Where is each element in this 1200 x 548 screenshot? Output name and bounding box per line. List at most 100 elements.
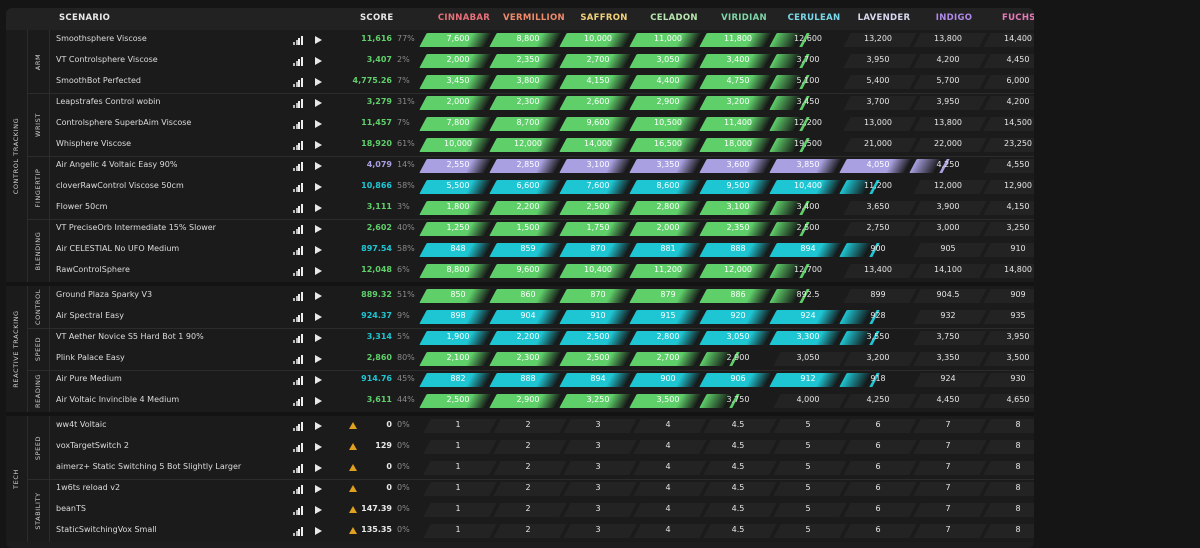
scenario-name[interactable]: Air CELESTIAL No UFO Medium xyxy=(56,244,179,253)
scenario-name[interactable]: Plink Palace Easy xyxy=(56,353,125,362)
rank-threshold-cell: 2 xyxy=(493,503,567,517)
scenario-row[interactable]: VT PreciseOrb Intermediate 15% Slower 2,6… xyxy=(50,219,1034,240)
scenario-name[interactable]: voxTargetSwitch 2 xyxy=(56,441,129,450)
scenario-row[interactable]: Air Voltaic Invincible 4 Medium 3,611 44% 2… xyxy=(50,391,1034,412)
rank-threshold-cell: 3,700 xyxy=(843,96,917,110)
scenario-name[interactable]: 1w6ts reload v2 xyxy=(56,483,120,492)
rank-header-fuchsia[interactable]: FUCHSIA xyxy=(989,13,1034,23)
threshold-value: 2,000 xyxy=(446,97,470,106)
threshold-value: 2,900 xyxy=(726,353,750,362)
scenario-name[interactable]: Leapstrafes Control wobin xyxy=(56,97,160,106)
scenario-name[interactable]: VT Controlsphere Viscose xyxy=(56,55,158,64)
rank-header-viridian[interactable]: VIRIDIAN xyxy=(709,13,779,23)
scenario-row[interactable]: aimerz+ Static Switching 5 Bot Slightly … xyxy=(50,458,1034,479)
rank-threshold-cell: 9,600 xyxy=(489,264,563,278)
scenario-row[interactable]: Air Spectral Easy 924.37 9% 898 904 910 915 920… xyxy=(50,307,1034,328)
rank-threshold-cell: 2,700 xyxy=(629,352,703,366)
scenario-row[interactable]: cloverRawControl Viscose 50cm 10,866 58% 5,… xyxy=(50,177,1034,198)
scenario-row[interactable]: Flower 50cm 3,111 3% 1,800 2,200 2,500 2,800 3,… xyxy=(50,198,1034,219)
scenario-name[interactable]: ww4t Voltaic xyxy=(56,420,106,429)
scenario-name[interactable]: Whisphere Viscose xyxy=(56,139,131,148)
scenario-name[interactable]: Air Voltaic Invincible 4 Medium xyxy=(56,395,179,404)
scenario-row[interactable]: Plink Palace Easy 2,860 80% 2,100 2,300 2,500… xyxy=(50,349,1034,370)
threshold-value: 6 xyxy=(875,420,881,429)
threshold-value: 4,550 xyxy=(1006,160,1030,169)
threshold-value: 2,300 xyxy=(516,97,540,106)
scenario-row[interactable]: StaticSwitchingVox Small 135.35 0% 1 2 3 4 4.5 5… xyxy=(50,521,1034,542)
threshold-value: 910 xyxy=(1010,244,1026,253)
scenario-name[interactable]: Air Spectral Easy xyxy=(56,311,124,320)
scenario-name[interactable]: StaticSwitchingVox Small xyxy=(56,525,157,534)
score-value: 11,457 xyxy=(361,118,392,127)
scenario-row[interactable]: beanTS 147.39 0% 1 2 3 4 4.5 5 6 7 8 xyxy=(50,500,1034,521)
score-column-header[interactable]: SCORE xyxy=(360,13,393,23)
scenario-row[interactable]: Whisphere Viscose 18,920 61% 10,000 12,000 14… xyxy=(50,135,1034,156)
threshold-value: 4,150 xyxy=(586,76,610,85)
rank-header-celadon[interactable]: CELADON xyxy=(639,13,709,23)
rank-threshold-cell: 2,700 xyxy=(559,54,633,68)
rank-threshold-cell: 898 xyxy=(419,310,493,324)
rank-threshold-cell: 8,800 xyxy=(489,33,563,47)
rank-threshold-cell: 5,100 xyxy=(769,75,843,89)
scenario-row[interactable]: 1w6ts reload v2 0 0% 1 2 3 4 4.5 5 6 7 8 xyxy=(50,479,1034,500)
threshold-value: 2,500 xyxy=(586,202,610,211)
threshold-value: 2,350 xyxy=(726,223,750,232)
scenario-name[interactable]: VT Aether Novice S5 Hard Bot 1 90% xyxy=(56,332,204,341)
scenario-row[interactable]: Controlsphere SuperbAim Viscose 11,457 7% 7… xyxy=(50,114,1034,135)
scenario-row[interactable]: voxTargetSwitch 2 129 0% 1 2 3 4 4.5 5 6 7 8 xyxy=(50,437,1034,458)
threshold-value: 4,400 xyxy=(656,76,680,85)
rank-threshold-cell: 906 xyxy=(699,373,773,387)
threshold-value: 12,600 xyxy=(794,34,822,43)
threshold-value: 932 xyxy=(940,311,956,320)
rank-threshold-cell: 3,100 xyxy=(699,201,773,215)
scenario-name[interactable]: Smoothsphere Viscose xyxy=(56,34,147,43)
scenario-row[interactable]: Air Pure Medium 914.76 45% 882 888 894 900 906 9… xyxy=(50,370,1034,391)
group-label: SPEED xyxy=(34,336,42,362)
scenario-row[interactable]: VT Aether Novice S5 Hard Bot 1 90% 3,314 5… xyxy=(50,328,1034,349)
scenario-name[interactable]: Air Pure Medium xyxy=(56,374,122,383)
rank-header-cerulean[interactable]: CERULEAN xyxy=(779,13,849,23)
threshold-value: 3,500 xyxy=(656,395,680,404)
rank-threshold-cell: 5,500 xyxy=(419,180,493,194)
scenario-row[interactable]: SmoothBot Perfected 4,775.26 7% 3,450 3,800 4… xyxy=(50,72,1034,93)
rank-header-vermillion[interactable]: VERMILLION xyxy=(499,13,569,23)
scenario-row[interactable]: Leapstrafes Control wobin 3,279 31% 2,000 2,… xyxy=(50,93,1034,114)
scenario-row[interactable]: Smoothsphere Viscose 11,616 77% 7,600 8,800 1… xyxy=(50,30,1034,51)
scenario-name[interactable]: beanTS xyxy=(56,504,86,513)
threshold-value: 848 xyxy=(450,244,466,253)
rank-threshold-cell: 5 xyxy=(773,503,847,517)
group-label: FINGERTIP xyxy=(34,168,42,207)
rank-header-saffron[interactable]: SAFFRON xyxy=(569,13,639,23)
scenario-row[interactable]: Air Angelic 4 Voltaic Easy 90% 4,079 14% 2,… xyxy=(50,156,1034,177)
scenario-row[interactable]: RawControlSphere 12,048 6% 8,800 9,600 10,400… xyxy=(50,261,1034,282)
rank-header-cinnabar[interactable]: CINNABAR xyxy=(429,13,499,23)
threshold-value: 894 xyxy=(800,244,816,253)
threshold-value: 2,500 xyxy=(586,353,610,362)
score-value: 3,611 xyxy=(366,395,392,404)
threshold-value: 5 xyxy=(805,483,811,492)
scenario-name[interactable]: VT PreciseOrb Intermediate 15% Slower xyxy=(56,223,216,232)
threshold-value: 8,800 xyxy=(446,265,470,274)
scenario-name[interactable]: SmoothBot Perfected xyxy=(56,76,141,85)
scenario-name[interactable]: RawControlSphere xyxy=(56,265,130,274)
rank-header-lavender[interactable]: LAVENDER xyxy=(849,13,919,23)
threshold-value: 6 xyxy=(875,504,881,513)
rank-threshold-cell: 5,700 xyxy=(913,75,987,89)
scenario-name[interactable]: Controlsphere SuperbAim Viscose xyxy=(56,118,191,127)
scenario-name[interactable]: Air Angelic 4 Voltaic Easy 90% xyxy=(56,160,177,169)
scenario-row[interactable]: Air CELESTIAL No UFO Medium 897.54 58% 848 8… xyxy=(50,240,1034,261)
scenario-name[interactable]: Flower 50cm xyxy=(56,202,107,211)
scenario-column-header[interactable]: SCENARIO xyxy=(59,13,110,23)
threshold-value: 3,800 xyxy=(516,76,540,85)
score-value: 147.39 xyxy=(361,504,392,513)
scenario-name[interactable]: Ground Plaza Sparky V3 xyxy=(56,290,152,299)
scenario-name[interactable]: cloverRawControl Viscose 50cm xyxy=(56,181,184,190)
threshold-value: 14,800 xyxy=(1004,265,1032,274)
scenario-name[interactable]: aimerz+ Static Switching 5 Bot Slightly … xyxy=(56,462,241,471)
threshold-value: 3,600 xyxy=(726,160,750,169)
scenario-row[interactable]: Ground Plaza Sparky V3 889.32 51% 850 860 870… xyxy=(50,286,1034,307)
scenario-row[interactable]: ww4t Voltaic 0 0% 1 2 3 4 4.5 5 6 7 8 xyxy=(50,416,1034,437)
rank-header-indigo[interactable]: INDIGO xyxy=(919,13,989,23)
scenario-row[interactable]: VT Controlsphere Viscose 3,407 2% 2,000 2,35… xyxy=(50,51,1034,72)
threshold-value: 5,100 xyxy=(796,76,820,85)
